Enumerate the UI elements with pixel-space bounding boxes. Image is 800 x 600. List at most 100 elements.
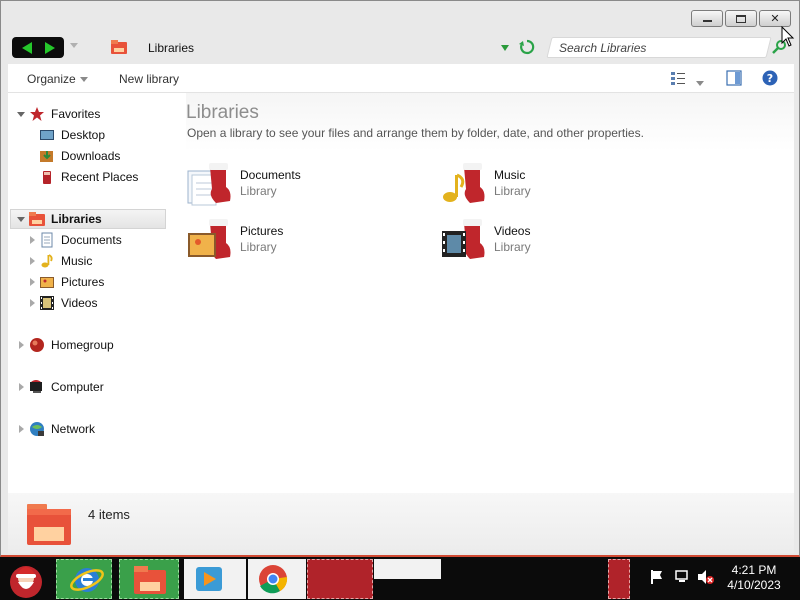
library-type: Library — [494, 184, 531, 198]
details-pane: 4 items — [8, 493, 794, 553]
volume-muted-icon[interactable] — [697, 569, 715, 585]
nav-downloads-label: Downloads — [61, 149, 121, 163]
libraries-folder-icon — [111, 40, 127, 54]
explorer-folder-icon — [134, 566, 166, 594]
nav-documents[interactable]: Documents — [39, 230, 122, 250]
libraries-header: Libraries Open a library to see your fil… — [186, 93, 794, 151]
item-count: 4 items — [88, 507, 130, 522]
downloads-icon — [40, 151, 53, 162]
nav-libraries[interactable]: Libraries — [10, 209, 166, 229]
library-tile-documents[interactable]: Documents Library — [186, 161, 426, 209]
view-options-dropdown[interactable] — [696, 76, 704, 90]
chevron-down-icon — [696, 81, 704, 87]
taskbar: 4:21 PM 4/10/2023 — [0, 557, 800, 600]
nav-favorites-label: Favorites — [51, 107, 101, 121]
taskbar-app-slot[interactable] — [307, 559, 373, 599]
nav-homegroup[interactable]: Homegroup — [29, 335, 114, 355]
music-library-icon — [443, 163, 485, 203]
maximize-icon — [736, 14, 746, 23]
main-pane: Libraries Open a library to see your fil… — [186, 93, 794, 493]
refresh-icon[interactable] — [519, 39, 535, 55]
address-location[interactable]: Libraries — [148, 41, 194, 55]
nav-downloads[interactable]: Downloads — [39, 146, 120, 166]
start-button[interactable] — [2, 558, 50, 600]
forward-arrow-icon[interactable] — [44, 41, 55, 54]
help-icon[interactable]: ? — [762, 70, 778, 86]
expand-documents-icon[interactable] — [30, 236, 35, 244]
library-tile-pictures[interactable]: Pictures Library — [186, 217, 426, 265]
nav-recent-places[interactable]: Recent Places — [39, 167, 138, 187]
nav-music-label: Music — [61, 254, 93, 268]
star-icon — [30, 107, 44, 121]
taskbar-clock[interactable]: 4:21 PM 4/10/2023 — [718, 563, 790, 593]
chevron-down-icon — [79, 77, 88, 83]
libraries-icon — [29, 212, 45, 226]
address-dropdown[interactable] — [501, 45, 509, 51]
nav-desktop[interactable]: Desktop — [39, 125, 105, 145]
taskbar-app-slot-blank[interactable] — [374, 559, 441, 579]
pictures-icon — [40, 277, 54, 288]
library-type: Library — [494, 240, 531, 254]
action-center-flag-icon[interactable] — [650, 569, 664, 585]
nav-computer[interactable]: Computer — [29, 377, 104, 397]
tray-overflow[interactable] — [608, 559, 630, 599]
network-globe-icon — [30, 422, 44, 436]
organize-button[interactable]: Organize — [27, 72, 88, 86]
nav-buttons — [12, 37, 64, 58]
preview-pane-icon[interactable] — [726, 70, 742, 86]
expand-favorites-icon[interactable] — [17, 112, 25, 117]
expand-pictures-icon[interactable] — [30, 278, 35, 286]
address-row: Libraries Search Libraries — [1, 35, 800, 61]
taskbar-chrome[interactable] — [248, 559, 306, 599]
mouse-cursor-icon — [781, 26, 795, 47]
videos-library-icon — [442, 219, 485, 259]
minimize-icon — [702, 20, 712, 22]
expand-libraries-icon[interactable] — [17, 217, 25, 222]
nav-pictures[interactable]: Pictures — [39, 272, 104, 292]
close-icon: ✕ — [770, 12, 780, 25]
expand-homegroup-icon[interactable] — [19, 341, 24, 349]
clock-time: 4:21 PM — [731, 563, 777, 577]
expand-music-icon[interactable] — [30, 257, 35, 265]
library-type: Library — [240, 184, 277, 198]
taskbar-internet-explorer[interactable] — [56, 559, 112, 599]
change-view-icon[interactable] — [670, 70, 686, 86]
explorer-window: ✕ Libraries Search Libraries Organize Ne… — [0, 0, 800, 557]
clock-date: 4/10/2023 — [727, 578, 781, 592]
expand-videos-icon[interactable] — [30, 299, 35, 307]
library-tile-videos[interactable]: Videos Library — [440, 217, 680, 265]
pictures-library-icon — [188, 219, 231, 259]
recent-pages-dropdown[interactable] — [70, 43, 78, 48]
nav-libraries-label: Libraries — [51, 212, 102, 226]
expand-computer-icon[interactable] — [19, 383, 24, 391]
film-icon — [40, 296, 54, 310]
media-player-icon — [196, 567, 222, 591]
nav-documents-label: Documents — [61, 233, 122, 247]
back-arrow-icon[interactable] — [21, 41, 32, 54]
internet-explorer-icon — [70, 568, 104, 592]
recent-places-icon — [43, 171, 51, 184]
network-tray-icon[interactable] — [674, 569, 690, 585]
search-input[interactable]: Search Libraries — [559, 41, 646, 55]
expand-network-icon[interactable] — [19, 425, 24, 433]
music-note-icon — [41, 254, 53, 268]
nav-videos-label: Videos — [61, 296, 98, 310]
nav-favorites[interactable]: Favorites — [29, 104, 100, 124]
library-name: Music — [494, 168, 526, 182]
chrome-icon — [259, 565, 288, 594]
library-name: Documents — [240, 168, 301, 182]
nav-videos[interactable]: Videos — [39, 293, 97, 313]
new-library-button[interactable]: New library — [119, 72, 179, 86]
navigation-pane: Favorites Desktop Downloads Recent Place… — [8, 93, 173, 493]
organize-label: Organize — [27, 72, 76, 86]
maximize-button[interactable] — [725, 10, 757, 27]
taskbar-media-player[interactable] — [184, 559, 246, 599]
library-tile-music[interactable]: Music Library — [440, 161, 680, 209]
nav-desktop-label: Desktop — [61, 128, 106, 142]
minimize-button[interactable] — [691, 10, 723, 27]
nav-music[interactable]: Music — [39, 251, 92, 271]
close-button[interactable]: ✕ — [759, 10, 791, 27]
nav-pictures-label: Pictures — [61, 275, 105, 289]
taskbar-windows-explorer[interactable] — [119, 559, 179, 599]
nav-network[interactable]: Network — [29, 419, 95, 439]
